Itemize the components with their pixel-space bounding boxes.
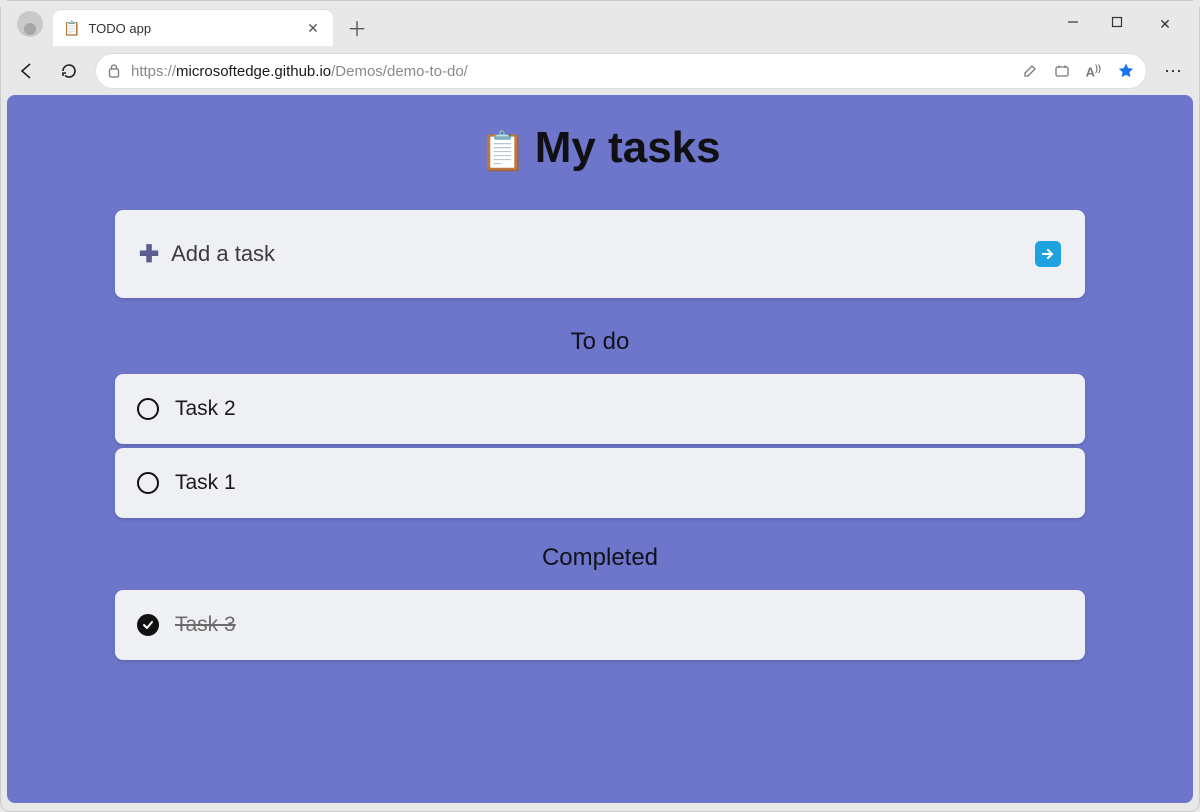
browser-viewport: 📋My tasks ✚ To do Task 2 Task 1 — [7, 95, 1193, 803]
task-label: Task 3 — [175, 613, 236, 637]
refresh-button[interactable] — [53, 55, 85, 87]
arrow-right-icon — [1041, 247, 1055, 261]
submit-task-button[interactable] — [1035, 241, 1061, 267]
close-window-button[interactable]: ✕ — [1155, 16, 1175, 33]
task-label: Task 1 — [175, 471, 236, 495]
completed-section-title: Completed — [115, 544, 1085, 572]
minimize-icon — [1067, 16, 1079, 28]
plus-icon: ✚ — [139, 240, 159, 269]
address-bar[interactable]: https://microsoftedge.github.io/Demos/de… — [95, 53, 1147, 89]
task-row-completed[interactable]: Task 3 — [115, 590, 1085, 660]
minimize-button[interactable] — [1067, 16, 1087, 33]
task-row[interactable]: Task 1 — [115, 448, 1085, 518]
add-task-input[interactable] — [171, 241, 871, 267]
browser-toolbar: https://microsoftedge.github.io/Demos/de… — [1, 47, 1199, 95]
browser-chrome: 📋 TODO app ✕ ＋ ✕ https://m — [1, 1, 1199, 95]
favorite-star-icon[interactable] — [1117, 62, 1135, 80]
todo-section-title: To do — [115, 328, 1085, 356]
new-tab-button[interactable]: ＋ — [347, 13, 367, 42]
add-task-card: ✚ — [115, 210, 1085, 298]
task-row[interactable]: Task 2 — [115, 374, 1085, 444]
task-checkbox-checked[interactable] — [137, 614, 159, 636]
refresh-icon — [60, 62, 78, 80]
back-button[interactable] — [11, 55, 43, 87]
tab-title: TODO app — [88, 21, 295, 36]
todo-app-page: 📋My tasks ✚ To do Task 2 Task 1 — [7, 95, 1193, 803]
clipboard-icon: 📋 — [479, 131, 526, 173]
window-controls: ✕ — [1067, 16, 1193, 33]
lock-icon — [107, 63, 121, 79]
check-icon — [142, 619, 154, 631]
browser-tab[interactable]: 📋 TODO app ✕ — [53, 10, 333, 46]
task-label: Task 2 — [175, 397, 236, 421]
task-checkbox[interactable] — [137, 472, 159, 494]
title-bar: 📋 TODO app ✕ ＋ ✕ — [1, 1, 1199, 47]
maximize-button[interactable] — [1111, 16, 1131, 33]
edit-url-icon[interactable] — [1022, 63, 1038, 79]
more-menu-button[interactable]: ⋯ — [1157, 61, 1189, 82]
maximize-icon — [1111, 16, 1123, 28]
task-checkbox[interactable] — [137, 398, 159, 420]
read-aloud-icon[interactable]: A)) — [1086, 63, 1101, 79]
tab-favicon-icon: 📋 — [63, 20, 80, 37]
tab-close-button[interactable]: ✕ — [303, 20, 323, 37]
arrow-left-icon — [17, 61, 37, 81]
profile-avatar[interactable] — [17, 11, 43, 37]
url-text: https://microsoftedge.github.io/Demos/de… — [131, 63, 1006, 80]
page-title: 📋My tasks — [115, 123, 1085, 174]
app-install-icon[interactable] — [1054, 63, 1070, 79]
